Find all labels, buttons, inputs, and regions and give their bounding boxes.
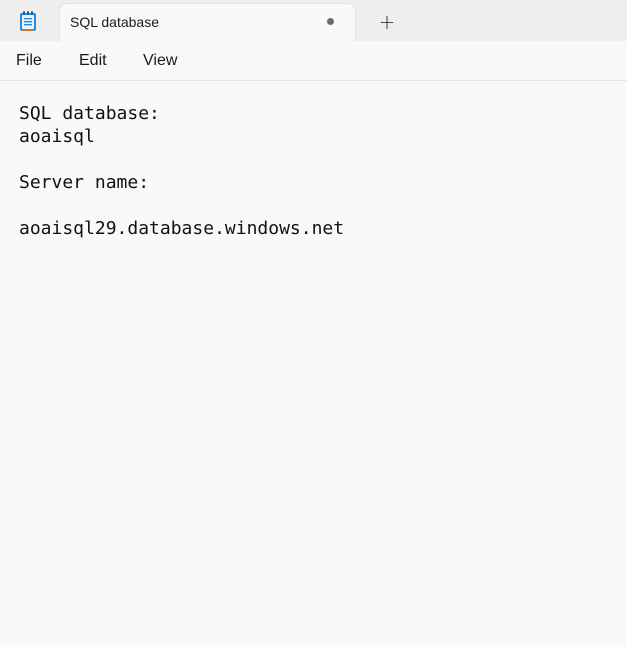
notepad-window: SQL database + File Edit View SQL databa… xyxy=(0,0,627,647)
menu-bar: File Edit View xyxy=(0,41,627,81)
notepad-icon xyxy=(19,10,37,32)
text-line: aoaisql29.database.windows.net xyxy=(19,218,345,239)
tab-bar: SQL database + xyxy=(0,0,627,41)
menu-edit[interactable]: Edit xyxy=(79,52,107,70)
menu-file[interactable]: File xyxy=(16,52,42,70)
new-tab-button[interactable]: + xyxy=(372,8,402,36)
tab-sql-database[interactable]: SQL database xyxy=(59,3,356,41)
text-line: SQL database: xyxy=(19,103,160,124)
text-line: Server name: xyxy=(19,172,150,193)
text-line: aoaisql xyxy=(19,126,95,147)
unsaved-dot-icon[interactable] xyxy=(327,18,334,25)
text-editor[interactable]: SQL database: aoaisql Server name: aoais… xyxy=(0,82,627,647)
tab-title: SQL database xyxy=(70,14,159,30)
menu-view[interactable]: View xyxy=(143,52,177,70)
